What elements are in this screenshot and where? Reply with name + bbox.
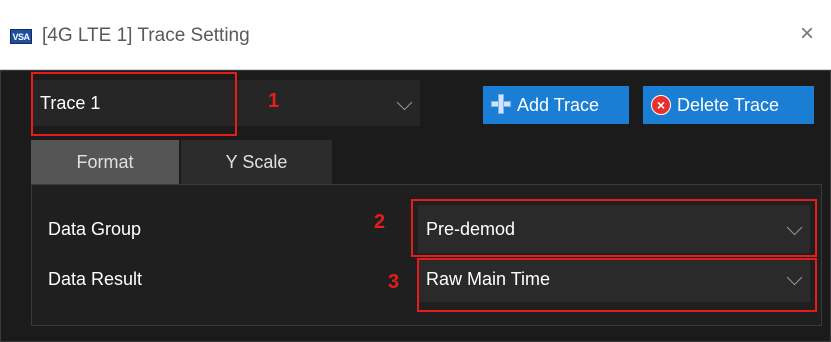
tab-format[interactable]: Format — [31, 140, 179, 184]
delete-trace-button[interactable]: × Delete Trace — [643, 86, 814, 124]
add-trace-button[interactable]: Add Trace — [483, 86, 629, 124]
tab-y-scale[interactable]: Y Scale — [181, 140, 332, 184]
delete-icon: × — [651, 95, 671, 115]
annotation-box-1 — [31, 72, 237, 136]
data-group-label: Data Group — [48, 219, 142, 239]
annotation-box-2 — [411, 199, 817, 257]
delete-trace-label: Delete Trace — [677, 95, 780, 115]
title-bar: VSA [4G LTE 1] Trace Setting × — [0, 0, 831, 70]
annotation-number-3: 3 — [388, 271, 400, 293]
annotation-number-1: 1 — [268, 90, 280, 112]
plus-icon — [491, 94, 511, 114]
close-icon[interactable]: × — [795, 22, 819, 46]
annotation-number-2: 2 — [374, 211, 386, 233]
vsa-app-icon: VSA — [10, 29, 32, 44]
add-trace-label: Add Trace — [517, 95, 600, 115]
window-title: [4G LTE 1] Trace Setting — [42, 25, 250, 46]
data-result-label: Data Result — [48, 269, 143, 289]
annotation-box-3 — [417, 258, 817, 312]
